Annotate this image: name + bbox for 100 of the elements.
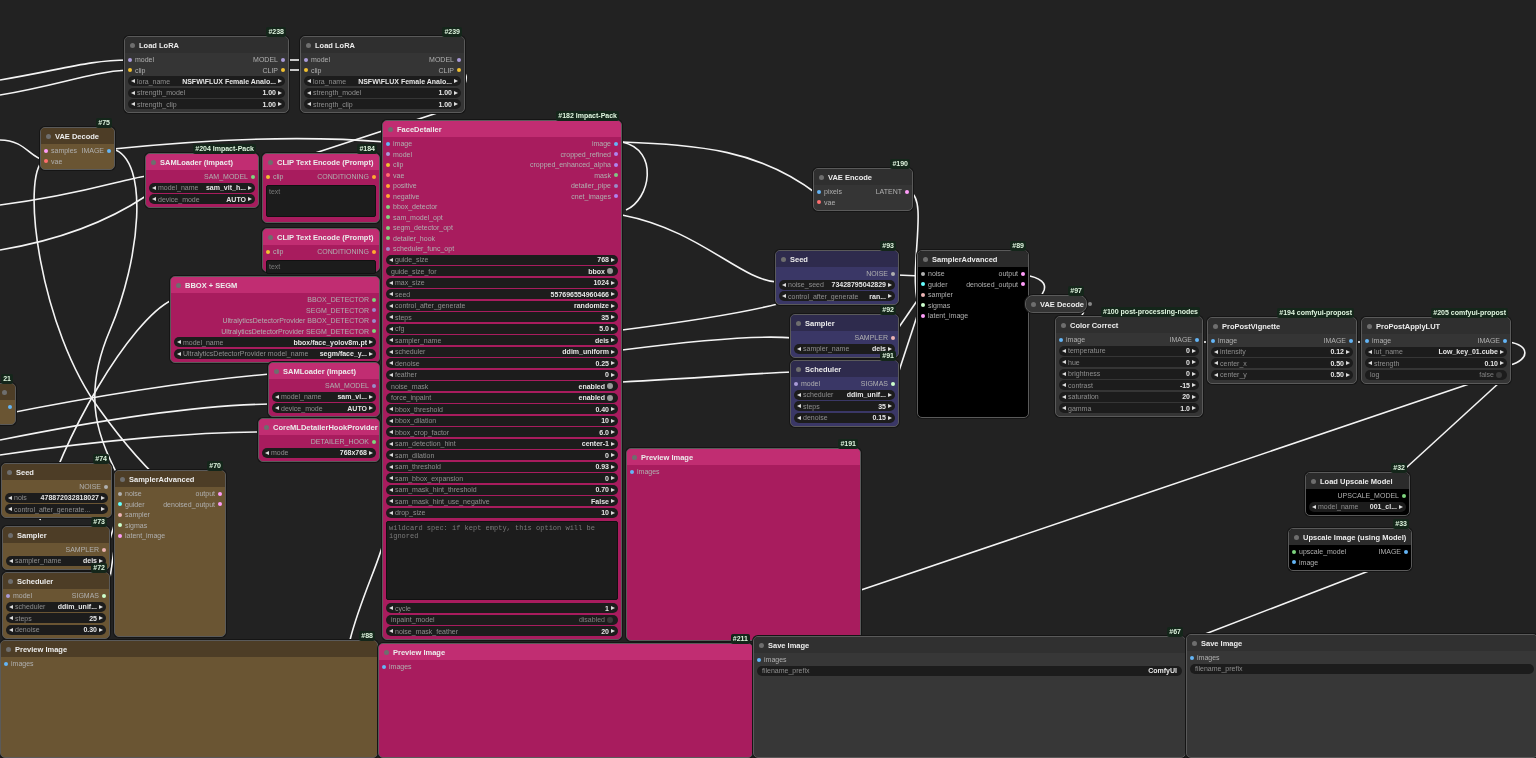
node-header[interactable] bbox=[0, 384, 15, 400]
collapse-dot-icon[interactable] bbox=[8, 532, 13, 538]
collapse-dot-icon[interactable] bbox=[2, 389, 7, 395]
increment-arrow-icon[interactable] bbox=[611, 349, 615, 354]
slot-socket[interactable] bbox=[1404, 549, 1408, 554]
decrement-arrow-icon[interactable] bbox=[131, 79, 135, 83]
collapse-dot-icon[interactable] bbox=[388, 126, 393, 132]
increment-arrow-icon[interactable] bbox=[454, 102, 458, 106]
slot-socket[interactable] bbox=[921, 303, 925, 307]
increment-arrow-icon[interactable] bbox=[278, 79, 282, 83]
increment-arrow-icon[interactable] bbox=[611, 499, 615, 503]
collapse-dot-icon[interactable] bbox=[268, 234, 273, 240]
decrement-arrow-icon[interactable] bbox=[1312, 504, 1316, 509]
slot-socket[interactable] bbox=[1059, 337, 1063, 342]
slot-socket[interactable] bbox=[128, 57, 132, 62]
slot-socket[interactable] bbox=[921, 292, 925, 297]
collapse-dot-icon[interactable] bbox=[6, 646, 11, 652]
decrement-arrow-icon[interactable] bbox=[389, 280, 393, 285]
slot-socket[interactable] bbox=[921, 282, 925, 286]
decrement-arrow-icon[interactable] bbox=[389, 292, 393, 296]
decrement-arrow-icon[interactable] bbox=[389, 629, 393, 633]
collapse-dot-icon[interactable] bbox=[632, 454, 637, 460]
slot-socket[interactable] bbox=[1021, 271, 1025, 276]
collapse-dot-icon[interactable] bbox=[176, 282, 181, 288]
decrement-arrow-icon[interactable] bbox=[9, 627, 13, 632]
increment-arrow-icon[interactable] bbox=[611, 361, 615, 365]
decrement-arrow-icon[interactable] bbox=[389, 361, 393, 365]
slot-socket[interactable] bbox=[1349, 338, 1353, 343]
decrement-arrow-icon[interactable] bbox=[389, 372, 393, 377]
increment-arrow-icon[interactable] bbox=[454, 79, 458, 83]
slot-socket[interactable] bbox=[891, 271, 895, 276]
decrement-arrow-icon[interactable] bbox=[782, 294, 786, 298]
slot-socket[interactable] bbox=[1292, 560, 1296, 564]
increment-arrow-icon[interactable] bbox=[611, 441, 615, 446]
decrement-arrow-icon[interactable] bbox=[389, 476, 393, 480]
decrement-arrow-icon[interactable] bbox=[1368, 361, 1372, 365]
slot-socket[interactable] bbox=[921, 271, 925, 276]
decrement-arrow-icon[interactable] bbox=[389, 606, 393, 610]
increment-arrow-icon[interactable] bbox=[99, 616, 103, 620]
slot-socket[interactable] bbox=[1088, 302, 1093, 306]
increment-arrow-icon[interactable] bbox=[454, 90, 458, 95]
decrement-arrow-icon[interactable] bbox=[389, 487, 393, 492]
increment-arrow-icon[interactable] bbox=[369, 406, 373, 410]
increment-arrow-icon[interactable] bbox=[1500, 349, 1504, 354]
increment-arrow-icon[interactable] bbox=[611, 372, 615, 377]
collapse-dot-icon[interactable] bbox=[781, 256, 786, 262]
increment-arrow-icon[interactable] bbox=[611, 629, 615, 633]
slot-socket[interactable] bbox=[1211, 338, 1215, 343]
decrement-arrow-icon[interactable] bbox=[177, 340, 181, 344]
decrement-arrow-icon[interactable] bbox=[177, 351, 181, 356]
decrement-arrow-icon[interactable] bbox=[307, 90, 311, 95]
slot-socket[interactable] bbox=[891, 381, 895, 386]
increment-arrow-icon[interactable] bbox=[369, 351, 373, 356]
slot-socket[interactable] bbox=[921, 313, 925, 318]
increment-arrow-icon[interactable] bbox=[99, 627, 103, 632]
increment-arrow-icon[interactable] bbox=[1346, 361, 1350, 365]
toggle-dot-icon[interactable] bbox=[607, 383, 613, 389]
increment-arrow-icon[interactable] bbox=[611, 292, 615, 296]
decrement-arrow-icon[interactable] bbox=[389, 257, 393, 262]
collapse-dot-icon[interactable] bbox=[796, 320, 801, 326]
increment-arrow-icon[interactable] bbox=[1500, 361, 1504, 365]
decrement-arrow-icon[interactable] bbox=[797, 404, 801, 408]
slot-socket[interactable] bbox=[757, 657, 761, 662]
increment-arrow-icon[interactable] bbox=[611, 453, 615, 457]
decrement-arrow-icon[interactable] bbox=[1062, 394, 1066, 399]
decrement-arrow-icon[interactable] bbox=[389, 418, 393, 423]
collapse-dot-icon[interactable] bbox=[796, 366, 801, 372]
decrement-arrow-icon[interactable] bbox=[265, 450, 269, 455]
increment-arrow-icon[interactable] bbox=[101, 507, 105, 511]
slot-socket[interactable] bbox=[102, 593, 106, 598]
increment-arrow-icon[interactable] bbox=[611, 464, 615, 469]
toggle-dot-icon[interactable] bbox=[607, 394, 613, 401]
collapse-dot-icon[interactable] bbox=[264, 424, 269, 430]
collapse-dot-icon[interactable] bbox=[1192, 640, 1197, 646]
decrement-arrow-icon[interactable] bbox=[131, 90, 135, 95]
slot-socket[interactable] bbox=[1195, 337, 1199, 342]
decrement-arrow-icon[interactable] bbox=[1062, 360, 1066, 364]
increment-arrow-icon[interactable] bbox=[611, 315, 615, 319]
increment-arrow-icon[interactable] bbox=[611, 338, 615, 342]
collapse-dot-icon[interactable] bbox=[268, 159, 273, 165]
decrement-arrow-icon[interactable] bbox=[389, 453, 393, 457]
decrement-arrow-icon[interactable] bbox=[1062, 348, 1066, 353]
decrement-arrow-icon[interactable] bbox=[1214, 372, 1218, 377]
decrement-arrow-icon[interactable] bbox=[389, 441, 393, 446]
collapse-dot-icon[interactable] bbox=[46, 133, 51, 139]
collapse-dot-icon[interactable] bbox=[1311, 478, 1316, 484]
increment-arrow-icon[interactable] bbox=[1192, 383, 1196, 387]
decrement-arrow-icon[interactable] bbox=[389, 315, 393, 319]
slot-socket[interactable] bbox=[1402, 493, 1406, 498]
increment-arrow-icon[interactable] bbox=[369, 394, 373, 399]
collapse-dot-icon[interactable] bbox=[306, 42, 311, 48]
increment-arrow-icon[interactable] bbox=[888, 392, 892, 397]
decrement-arrow-icon[interactable] bbox=[275, 394, 279, 399]
increment-arrow-icon[interactable] bbox=[1346, 372, 1350, 377]
increment-arrow-icon[interactable] bbox=[99, 604, 103, 609]
increment-arrow-icon[interactable] bbox=[888, 404, 892, 408]
decrement-arrow-icon[interactable] bbox=[1214, 349, 1218, 354]
increment-arrow-icon[interactable] bbox=[611, 326, 615, 331]
increment-arrow-icon[interactable] bbox=[611, 476, 615, 480]
increment-arrow-icon[interactable] bbox=[888, 294, 892, 298]
